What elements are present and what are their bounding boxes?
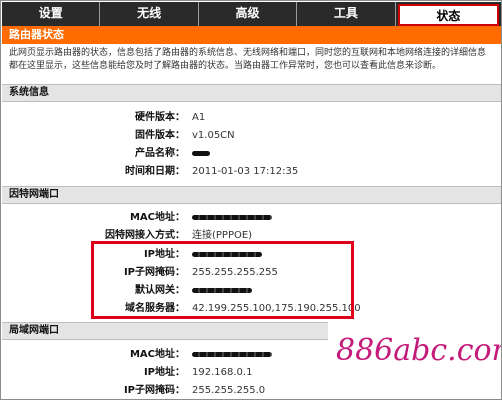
access-type-value: 连接(PPPOE)	[192, 230, 253, 241]
wan-subnet-value: 255.255.255.255	[192, 267, 278, 278]
wan-gateway-value	[192, 282, 252, 299]
access-type-label: 因特网接入方式：	[105, 230, 185, 241]
wan-mac-label: MAC地址：	[129, 212, 185, 223]
datetime-value: 2011-01-03 17:12:35	[192, 166, 299, 177]
redacted-mark	[192, 150, 210, 156]
row-access-type: 因特网接入方式： 连接(PPPOE)	[1, 227, 501, 244]
row-datetime: 时间和日期： 2011-01-03 17:12:35	[1, 163, 501, 180]
hardware-version-value: A1	[192, 112, 206, 123]
tab-settings[interactable]: 设置	[2, 2, 101, 26]
datetime-label: 时间和日期：	[125, 166, 185, 177]
lan-ip-label: IP地址：	[143, 367, 185, 378]
page-title: 路由器状态	[2, 26, 501, 44]
tab-wireless[interactable]: 无线	[100, 2, 199, 26]
product-name-value	[192, 145, 210, 162]
redacted-mark	[192, 287, 252, 293]
row-wan-ip: IP地址：	[1, 246, 501, 263]
lan-subnet-label: IP子网掩码：	[123, 385, 185, 396]
lan-mac-label: MAC地址：	[129, 349, 185, 360]
page-description: 此网页显示路由器的状态，信息包括了路由器的系统信息、无线网络和端口，同时您的互联…	[2, 44, 501, 80]
row-wan-mac: MAC地址：	[1, 209, 501, 226]
wan-mac-value	[192, 209, 272, 226]
row-dns: 域名服务器： 42.199.255.100,175.190.255.100	[1, 300, 501, 317]
row-wan-gateway: 默认网关：	[1, 282, 501, 299]
firmware-version-label: 固件版本：	[135, 130, 185, 141]
lan-mac-value	[192, 346, 272, 363]
dns-value: 42.199.255.100,175.190.255.100	[192, 303, 361, 314]
watermark: 886abc.com	[328, 319, 502, 399]
product-name-label: 产品名称：	[135, 148, 185, 159]
redacted-mark	[192, 251, 262, 257]
redacted-mark	[192, 214, 272, 220]
row-product-name: 产品名称：	[1, 145, 501, 162]
wan-ip-value	[192, 246, 262, 263]
wan-subnet-label: IP子网掩码：	[123, 267, 185, 278]
main-nav-tabs: 设置 无线 高级 工具 状态	[2, 2, 501, 26]
row-wan-subnet: IP子网掩码： 255.255.255.255	[1, 264, 501, 281]
tab-tools[interactable]: 工具	[297, 2, 396, 26]
firmware-version-value: v1.05CN	[192, 130, 235, 141]
wan-gateway-label: 默认网关：	[135, 285, 185, 296]
row-hardware-version: 硬件版本： A1	[1, 109, 501, 126]
lan-ip-value: 192.168.0.1	[192, 367, 253, 378]
tab-advanced[interactable]: 高级	[199, 2, 298, 26]
router-status-page: 设置 无线 高级 工具 状态 路由器状态 此网页显示路由器的状态，信息包括了路由…	[0, 0, 502, 400]
section-header-internet-port: 因特网端口	[2, 186, 501, 204]
row-firmware-version: 固件版本： v1.05CN	[1, 127, 501, 144]
watermark-text: 886abc.com	[336, 333, 502, 368]
redacted-mark	[192, 351, 272, 357]
dns-label: 域名服务器：	[125, 303, 185, 314]
wan-ip-label: IP地址：	[143, 249, 185, 260]
section-header-system-info: 系统信息	[2, 84, 501, 102]
hardware-version-label: 硬件版本：	[135, 112, 185, 123]
tab-status[interactable]: 状态	[397, 4, 500, 26]
lan-subnet-value: 255.255.255.0	[192, 385, 266, 396]
